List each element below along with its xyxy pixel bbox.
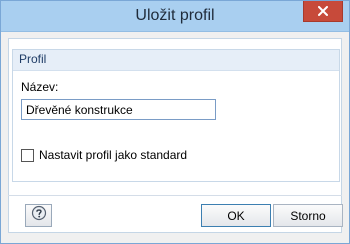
title-bar[interactable]: Uložit profil — [1, 1, 349, 32]
help-icon — [31, 205, 47, 226]
dialog-title: Uložit profil — [135, 7, 215, 24]
name-label: Název: — [21, 80, 59, 94]
close-button[interactable] — [303, 1, 343, 22]
footer-divider — [8, 195, 342, 196]
group-header: Profil — [13, 50, 339, 71]
cancel-button[interactable]: Storno — [273, 204, 343, 227]
help-button[interactable] — [25, 204, 52, 227]
profile-group: Profil Název: Nastavit profil jako stand… — [12, 49, 340, 182]
save-profile-dialog: Uložit profil Profil Název: Nastavit pro… — [0, 0, 350, 244]
default-profile-label[interactable]: Nastavit profil jako standard — [39, 148, 187, 162]
close-icon — [318, 6, 328, 16]
ok-button[interactable]: OK — [201, 204, 271, 227]
default-profile-checkbox[interactable] — [21, 148, 34, 162]
default-profile-option[interactable]: Nastavit profil jako standard — [21, 148, 187, 162]
profile-name-input[interactable] — [21, 99, 216, 120]
group-title: Profil — [19, 52, 47, 66]
